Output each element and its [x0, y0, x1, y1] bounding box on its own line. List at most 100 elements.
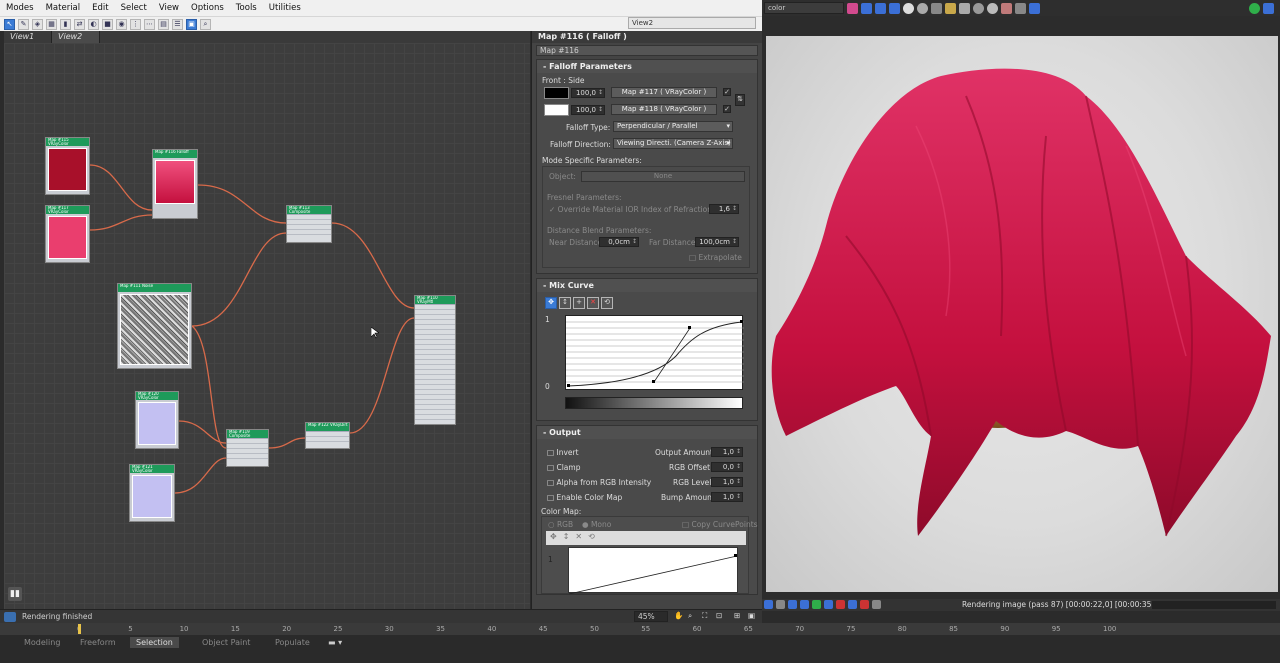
rollout-header[interactable]: Output	[537, 426, 757, 439]
vfb-icon-8[interactable]	[848, 600, 857, 609]
vfb-icon-10[interactable]	[872, 600, 881, 609]
zoom-region-icon[interactable]: ⛶	[702, 611, 707, 621]
layout-all-icon[interactable]: ⋮	[130, 18, 141, 30]
cm-move-icon[interactable]: ✥	[550, 532, 557, 544]
track-mouse-icon[interactable]	[973, 2, 984, 14]
node-vraycolor-lavender-1[interactable]: Map #120 VRayColor	[135, 391, 179, 449]
timeline[interactable]: 0510152025303540455055606570758085909510…	[0, 623, 1280, 635]
bump-amount-spinner[interactable]: 1,0	[711, 492, 743, 502]
node-vraycolor-lavender-2[interactable]: Map #121 VRayColor	[129, 464, 175, 522]
copy-curvepoints-checkbox[interactable]: □ Copy CurvePoints	[682, 520, 758, 529]
color-map-graph[interactable]	[568, 547, 738, 595]
side-color-swatch[interactable]	[544, 104, 569, 116]
history-icon[interactable]	[1029, 2, 1040, 14]
tab-view2[interactable]: View2	[52, 31, 100, 43]
select-tool-icon[interactable]: ↖	[4, 18, 15, 30]
tab-populate[interactable]: Populate	[275, 637, 310, 648]
front-amount-spinner[interactable]: 100,0	[571, 88, 605, 98]
tab-freeform[interactable]: Freeform	[80, 637, 116, 648]
node-vraycolor-pink[interactable]: Map #117 VRayColor	[45, 205, 90, 263]
vfb-icon-4[interactable]	[800, 600, 809, 609]
delete-point-icon[interactable]: ✕	[587, 297, 599, 309]
pan-icon[interactable]: ▮▮	[8, 587, 22, 601]
menu-modes[interactable]: Modes	[6, 3, 34, 13]
alpha-rgb-checkbox[interactable]: □ Alpha from RGB Intensity	[547, 478, 651, 487]
move-point-icon[interactable]: ✥	[545, 297, 557, 309]
swap-colors-icon[interactable]: ⇅	[735, 94, 745, 106]
override-ior-checkbox[interactable]: ✓ Override Material IOR	[549, 205, 639, 214]
rollout-header[interactable]: Mix Curve	[537, 279, 757, 292]
tab-object-paint[interactable]: Object Paint	[202, 637, 250, 648]
node-canvas[interactable]: Map #115 VRayColor Map #117 VRayColor Ma…	[4, 43, 530, 609]
ior-spinner[interactable]: 1,6	[709, 204, 739, 214]
red-channel-icon[interactable]	[861, 2, 872, 14]
lens-icon[interactable]	[987, 2, 998, 14]
mono-icon[interactable]	[903, 2, 914, 14]
rgb-radio[interactable]: ○ RGB	[548, 520, 573, 529]
vfb-icon-9[interactable]	[860, 600, 869, 609]
move-children-icon[interactable]: ⇄	[74, 18, 85, 30]
near-distance-spinner[interactable]: 0,0cm	[599, 237, 639, 247]
vfb-icon-6[interactable]	[824, 600, 833, 609]
clamp-checkbox[interactable]: □ Clamp	[547, 463, 580, 472]
hide-unused-icon[interactable]: ▤	[158, 18, 169, 30]
start-render-icon[interactable]	[1249, 2, 1260, 14]
show-map-icon[interactable]: ◐	[88, 18, 99, 30]
extrapolate-checkbox[interactable]: □ Extrapolate	[689, 253, 742, 262]
material-map-browser-icon[interactable]: ⌕	[200, 18, 211, 30]
cm-reset-icon[interactable]: ⟲	[588, 532, 595, 544]
assign-material-icon[interactable]: ◈	[32, 18, 43, 30]
front-color-swatch[interactable]	[544, 87, 569, 99]
invert-checkbox[interactable]: □ Invert	[547, 448, 579, 457]
tab-view1[interactable]: View1	[4, 31, 52, 43]
side-amount-spinner[interactable]: 100,0	[571, 105, 605, 115]
far-distance-spinner[interactable]: 100,0cm	[695, 237, 739, 247]
render-channel-dropdown[interactable]: color	[764, 2, 844, 14]
mix-curve-graph[interactable]	[565, 315, 744, 390]
tab-modeling[interactable]: Modeling	[24, 637, 60, 648]
menu-edit[interactable]: Edit	[92, 3, 108, 13]
side-map-checkbox[interactable]: ✓	[723, 105, 731, 113]
ribbon-options-icon[interactable]: ▬ ▾	[328, 637, 342, 648]
front-map-button[interactable]: Map #117 ( VRayColor )	[611, 87, 717, 98]
reset-curve-icon[interactable]: ⟲	[601, 297, 613, 309]
pick-material-icon[interactable]: ✎	[18, 18, 29, 30]
menu-options[interactable]: Options	[191, 3, 224, 13]
output-amount-spinner[interactable]: 1,0	[711, 447, 743, 457]
zoom-dropdown[interactable]: 45%	[634, 611, 668, 622]
menu-material[interactable]: Material	[46, 3, 81, 13]
zoom-selected-icon[interactable]: ⊞	[734, 611, 740, 620]
zoom-extents-icon[interactable]: ⊡	[716, 611, 722, 620]
vfb-icon-5[interactable]	[812, 600, 821, 609]
save-image-icon[interactable]	[931, 2, 942, 14]
menu-view[interactable]: View	[159, 3, 179, 13]
falloff-type-dropdown[interactable]: Perpendicular / Parallel	[613, 121, 733, 132]
green-channel-icon[interactable]	[875, 2, 886, 14]
view-dropdown[interactable]: View2	[628, 17, 756, 29]
layout-icon[interactable]: ▦	[46, 18, 57, 30]
vfb-icon-7[interactable]	[836, 600, 845, 609]
time-slider-handle[interactable]	[78, 624, 81, 634]
mono-radio[interactable]: ● Mono	[582, 520, 611, 529]
nav-icon[interactable]: ▣	[748, 611, 755, 620]
object-button[interactable]: None	[581, 171, 745, 182]
delete-icon[interactable]: ▮	[60, 18, 71, 30]
cm-delete-icon[interactable]: ✕	[575, 532, 582, 544]
node-vraydirt[interactable]: Map #122 VRayDirt	[305, 422, 350, 449]
pan-view-icon[interactable]: ✋	[674, 611, 683, 620]
node-noise[interactable]: Map #111 Noise	[117, 283, 192, 369]
menu-utilities[interactable]: Utilities	[269, 3, 301, 13]
rgb-offset-spinner[interactable]: 0,0	[711, 462, 743, 472]
node-vraymtl[interactable]: Map #110 VRayMtl	[414, 295, 456, 425]
enable-color-map-checkbox[interactable]: □ Enable Color Map	[547, 493, 622, 502]
side-map-button[interactable]: Map #118 ( VRayColor )	[611, 104, 717, 115]
open-folder-icon[interactable]	[945, 2, 956, 14]
param-editor-icon[interactable]: ☰	[172, 18, 183, 30]
vfb-icon-1[interactable]	[764, 600, 773, 609]
vfb-icon-2[interactable]	[776, 600, 785, 609]
region-icon[interactable]	[1001, 2, 1012, 14]
link-icon[interactable]	[1015, 2, 1026, 14]
node-composite-bottom[interactable]: Map #119 Composite	[226, 429, 269, 467]
vfb-icon-3[interactable]	[788, 600, 797, 609]
alpha-icon[interactable]	[917, 2, 928, 14]
